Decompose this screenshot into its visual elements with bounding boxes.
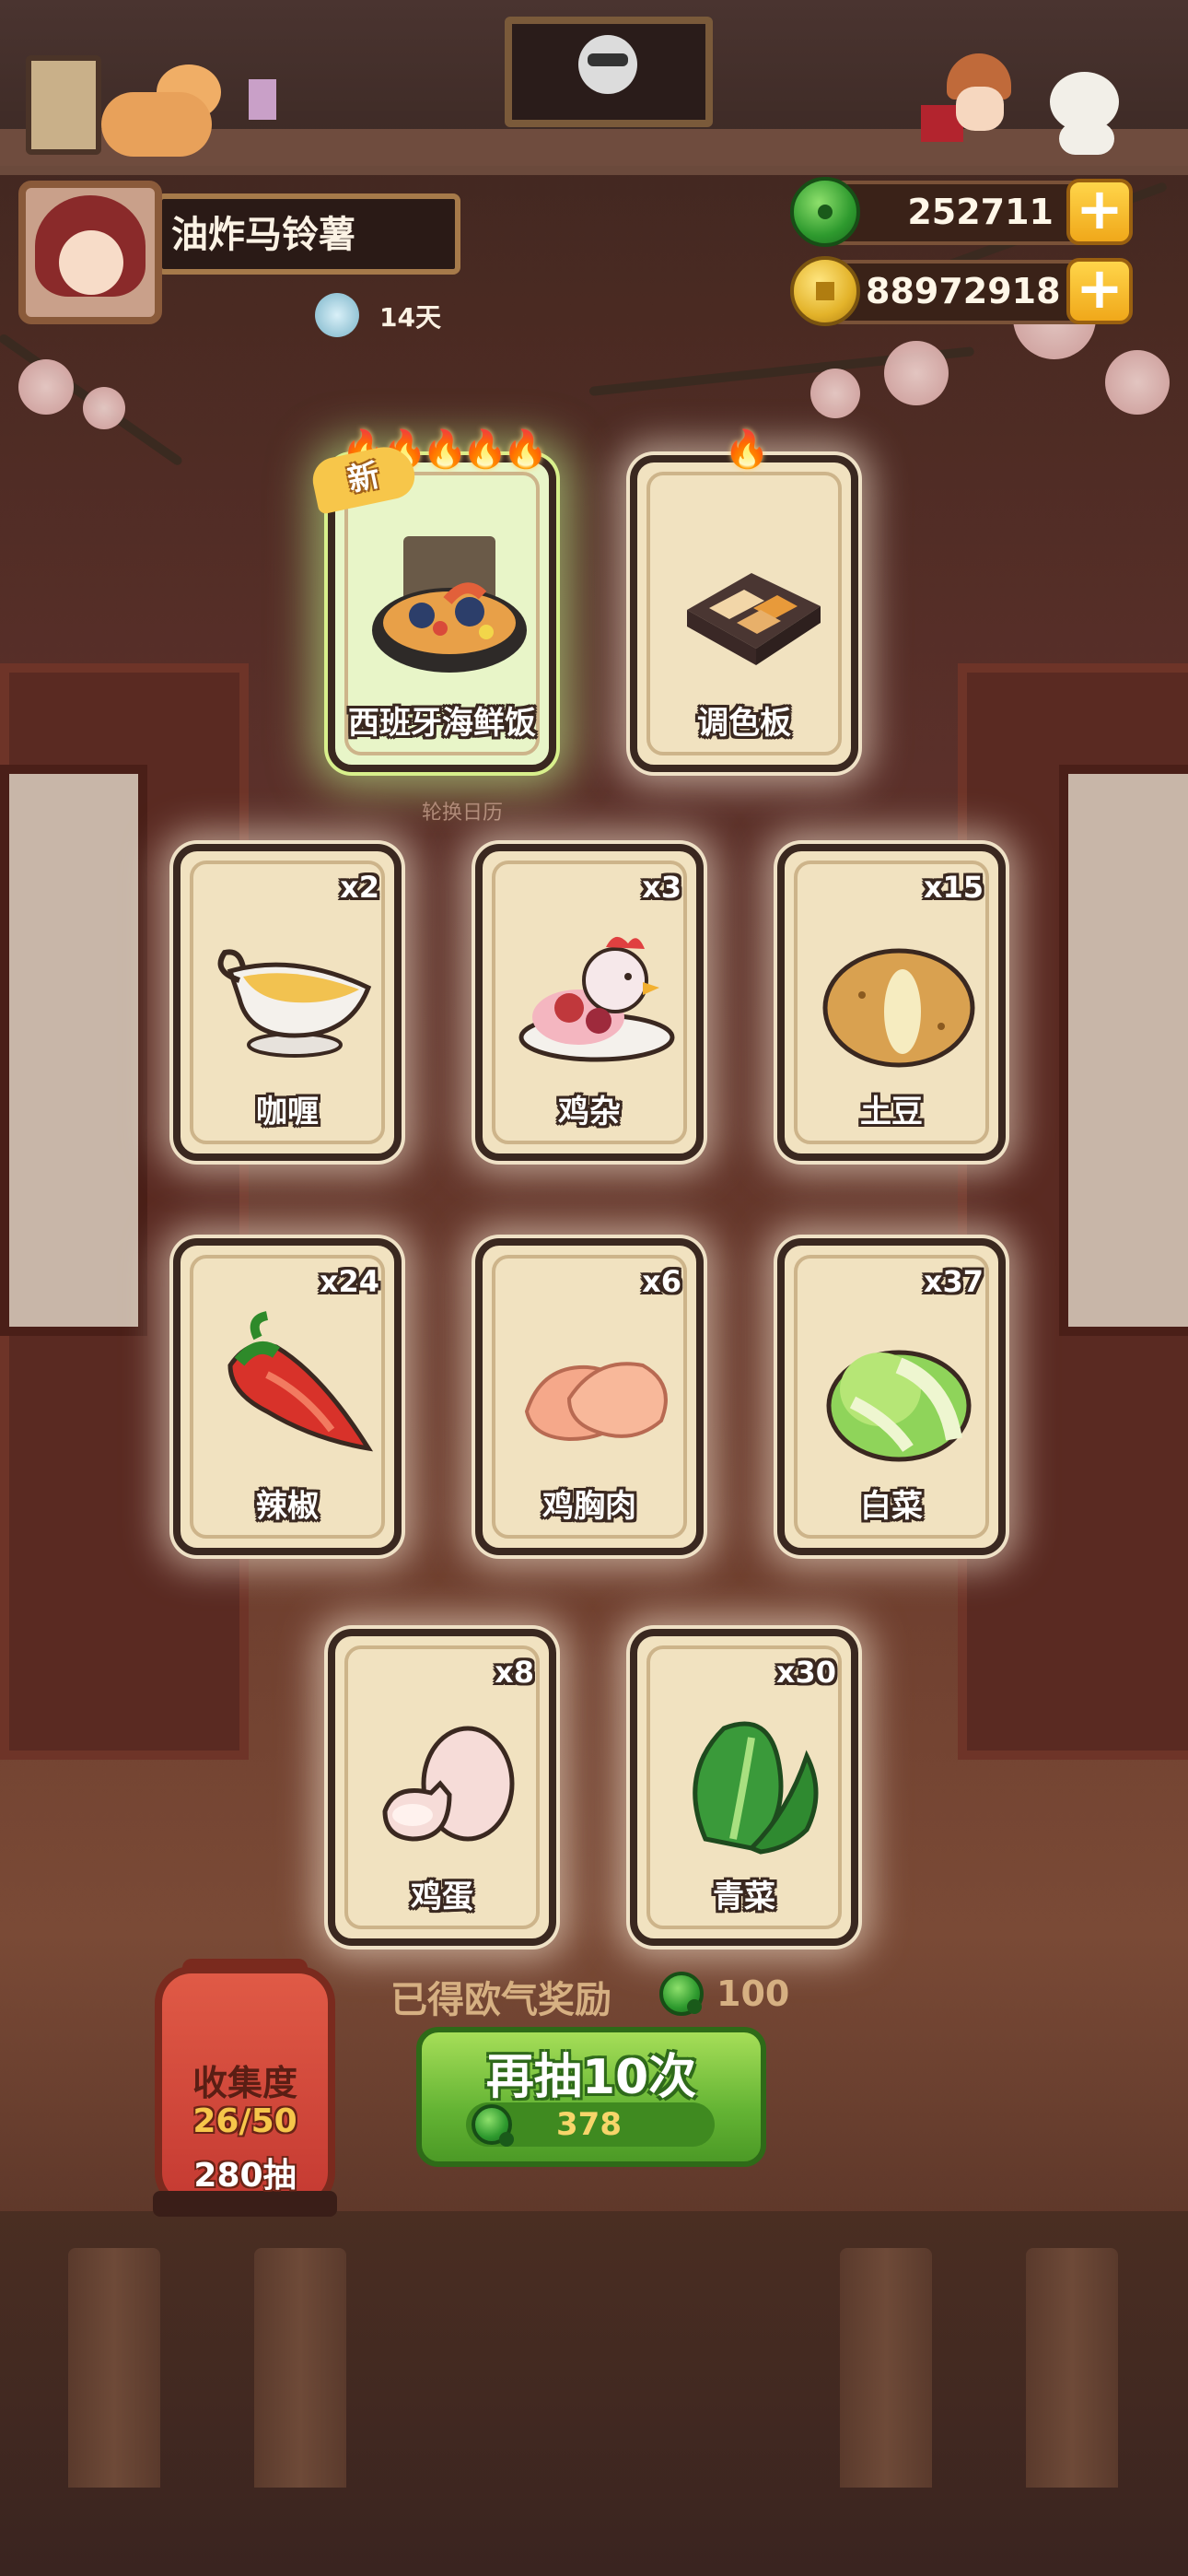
card-quantity: x30 bbox=[775, 1655, 836, 1690]
card-name: 鸡胸肉 bbox=[542, 1488, 636, 1525]
coin-icon bbox=[790, 256, 860, 326]
curry-gravy-boat-icon bbox=[217, 949, 372, 1058]
collection-title: 收集度 bbox=[192, 2063, 297, 2103]
right-lattice-window bbox=[1059, 765, 1188, 1336]
jade-icon bbox=[659, 1972, 704, 2016]
add-jade-button[interactable]: + bbox=[1066, 179, 1133, 245]
blossom bbox=[18, 359, 74, 415]
blossom bbox=[810, 369, 860, 418]
floor bbox=[0, 2211, 1188, 2576]
chili-pepper-icon bbox=[227, 1311, 374, 1452]
napa-cabbage-icon bbox=[826, 1350, 972, 1462]
jade-icon bbox=[790, 177, 860, 247]
white-cat-decoration[interactable] bbox=[1041, 72, 1128, 155]
blossom bbox=[884, 341, 949, 405]
seafood-paella-icon bbox=[372, 536, 527, 673]
left-lattice-window bbox=[0, 765, 147, 1336]
card-name: 土豆 bbox=[860, 1094, 923, 1130]
card-chicken-breast[interactable]: x6 鸡胸肉 bbox=[475, 1238, 704, 1555]
card-name: 调色板 bbox=[697, 705, 791, 742]
card-seafood-paella[interactable]: 🔥🔥🔥🔥🔥 新 西班牙海鲜饭 bbox=[309, 428, 556, 772]
player-name: 油炸马铃薯 bbox=[171, 214, 355, 256]
card-potato[interactable]: x15 土豆 bbox=[777, 844, 1006, 1161]
card-chili-pepper[interactable]: x24 辣椒 bbox=[173, 1238, 402, 1555]
blossom bbox=[83, 387, 125, 429]
blossom bbox=[1105, 350, 1170, 415]
card-name: 鸡杂 bbox=[558, 1094, 621, 1130]
jade-icon bbox=[472, 2104, 514, 2147]
card-quantity: x6 bbox=[642, 1264, 681, 1299]
card-quantity: x15 bbox=[923, 870, 984, 905]
card-name: 西班牙海鲜饭 bbox=[348, 705, 536, 742]
potato-icon bbox=[822, 948, 975, 1068]
reward-value: 100 bbox=[716, 1973, 790, 2014]
palette-icon bbox=[687, 573, 821, 665]
card-name: 辣椒 bbox=[256, 1488, 319, 1525]
card-name: 咖喱 bbox=[256, 1094, 319, 1130]
calendar-login-icon bbox=[315, 293, 359, 337]
reading-boy-decoration[interactable] bbox=[921, 53, 1022, 155]
fence-post bbox=[840, 2248, 932, 2488]
card-name: 青菜 bbox=[713, 1879, 775, 1915]
login-days: 14天 bbox=[379, 302, 441, 333]
reward-label: 已得欧气奖励 bbox=[390, 1979, 611, 2021]
shelf-ornament bbox=[249, 79, 276, 120]
collection-progress: 26/50 bbox=[192, 2102, 297, 2140]
fence-post bbox=[68, 2248, 160, 2488]
card-curry[interactable]: x2 咖喱 bbox=[173, 844, 402, 1161]
add-coins-button[interactable]: + bbox=[1066, 258, 1133, 324]
card-quantity: x24 bbox=[319, 1264, 379, 1299]
player-avatar[interactable] bbox=[18, 181, 162, 324]
card-quantity: x8 bbox=[495, 1655, 534, 1690]
card-name: 鸡蛋 bbox=[411, 1879, 473, 1915]
card-quantity: x37 bbox=[923, 1264, 984, 1299]
rotation-calendar-label[interactable]: 轮换日历 bbox=[422, 796, 503, 825]
chicken-breast-icon bbox=[524, 1362, 668, 1442]
hanging-portrait-frame[interactable] bbox=[505, 17, 713, 127]
egg-icon bbox=[382, 1726, 515, 1842]
new-badge: 新 bbox=[309, 441, 419, 515]
orange-cat-decoration[interactable] bbox=[101, 64, 221, 157]
card-name: 白菜 bbox=[860, 1488, 923, 1525]
collection-draws: 280抽 bbox=[193, 2157, 297, 2195]
card-chicken-giblets[interactable]: x3 鸡杂 bbox=[475, 844, 704, 1161]
rarity-flames-icon: 🔥 bbox=[724, 428, 770, 471]
coin-amount: 88972918 bbox=[866, 271, 1061, 311]
card-quantity: x2 bbox=[340, 870, 379, 905]
fence-post bbox=[1026, 2248, 1118, 2488]
card-napa-cabbage[interactable]: x37 白菜 bbox=[777, 1238, 1006, 1555]
draw-cost: 378 bbox=[556, 2106, 622, 2143]
card-palette[interactable]: 🔥 调色板 bbox=[630, 428, 858, 772]
fence-post bbox=[254, 2248, 346, 2488]
bok-choy-icon bbox=[693, 1721, 819, 1855]
jade-amount: 252711 bbox=[907, 192, 1054, 232]
card-egg[interactable]: x8 鸡蛋 bbox=[328, 1629, 556, 1946]
scroll-decoration-icon[interactable] bbox=[26, 55, 101, 155]
draw-10-label: 再抽10次 bbox=[485, 2050, 697, 2105]
card-quantity: x3 bbox=[642, 870, 681, 905]
chicken-giblets-icon bbox=[518, 936, 675, 1062]
card-bok-choy[interactable]: x30 青菜 bbox=[630, 1629, 858, 1946]
